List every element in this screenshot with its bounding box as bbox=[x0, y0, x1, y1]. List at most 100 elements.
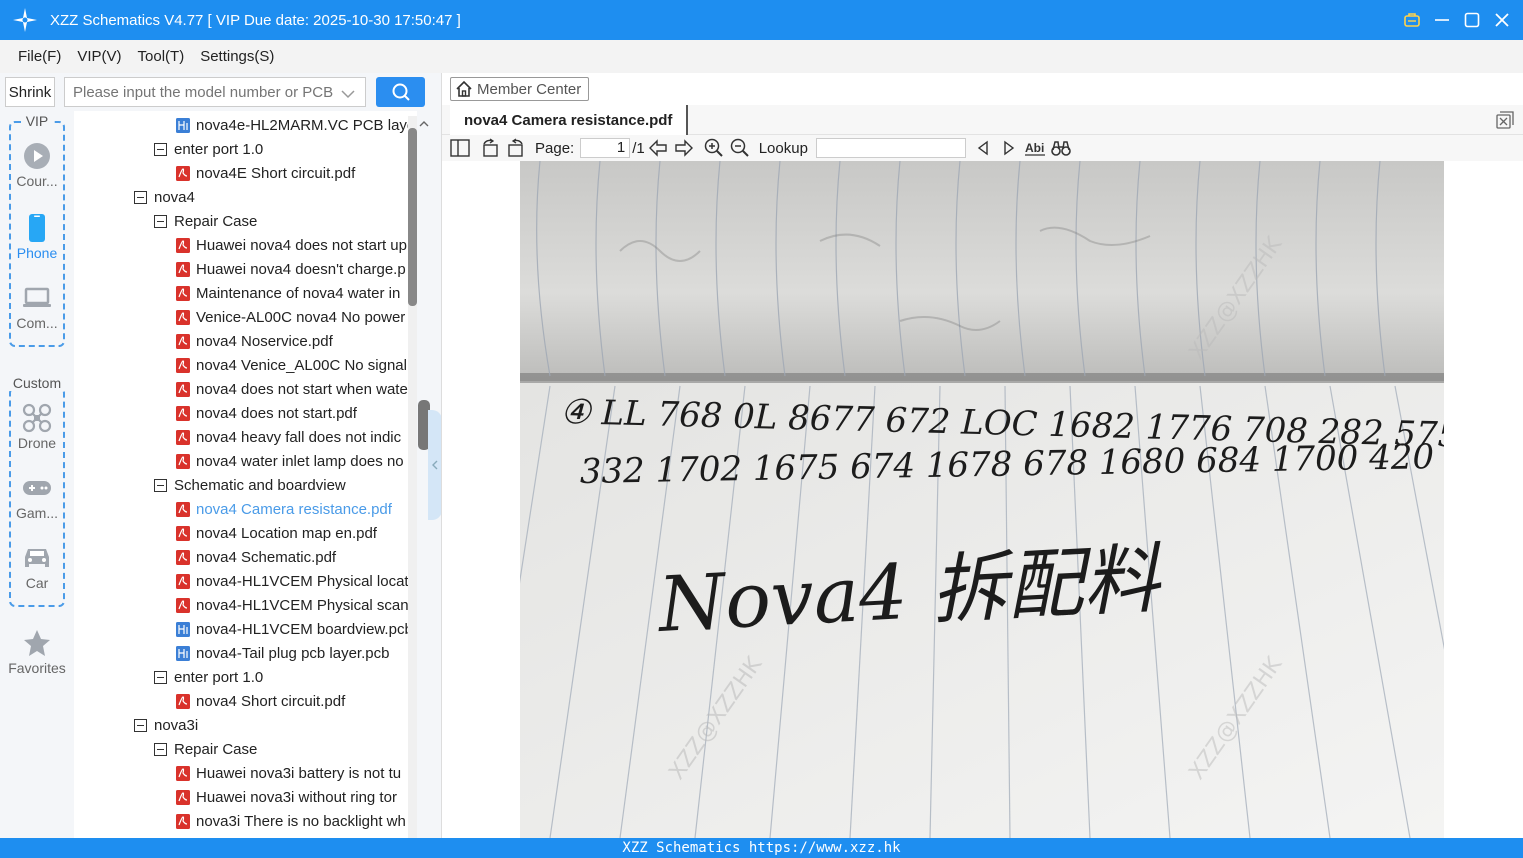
document-view[interactable]: ④ LL 768 0L 8677 672 LOC 1682 1776 708 2… bbox=[442, 161, 1523, 838]
search-input[interactable] bbox=[73, 83, 333, 101]
tree-file[interactable]: nova4 Venice_AL00C No signal bbox=[176, 353, 407, 377]
collapse-panel-button[interactable] bbox=[428, 410, 442, 520]
find-next-icon[interactable] bbox=[996, 136, 1022, 160]
tree-item-label: nova4-HL1VCEM Physical locati bbox=[196, 572, 412, 590]
find-previous-icon[interactable] bbox=[970, 136, 996, 160]
document-tab-bar: nova4 Camera resistance.pdf bbox=[442, 105, 1523, 135]
gamepad-icon bbox=[0, 471, 74, 505]
tree-file[interactable]: Maintenance of nova4 water in bbox=[176, 281, 400, 305]
category-label: Com... bbox=[16, 315, 58, 331]
collapse-icon[interactable] bbox=[154, 478, 167, 492]
search-box[interactable] bbox=[64, 77, 366, 107]
category-drone[interactable]: Drone bbox=[0, 401, 74, 451]
chevron-down-icon[interactable] bbox=[341, 86, 355, 103]
maximize-button[interactable] bbox=[1463, 11, 1481, 29]
tree-scrollbar[interactable] bbox=[408, 116, 417, 838]
tree-item-label: Repair Case bbox=[174, 740, 258, 758]
tree-file[interactable]: nova4-HL1VCEM boardview.pcb bbox=[176, 617, 413, 641]
tree-file[interactable]: nova4 Short circuit.pdf bbox=[176, 689, 345, 713]
close-button[interactable] bbox=[1493, 11, 1511, 29]
collapse-icon[interactable] bbox=[134, 718, 147, 732]
collapse-icon[interactable] bbox=[154, 142, 167, 156]
member-center-label: Member Center bbox=[477, 80, 582, 98]
zoom-in-icon[interactable] bbox=[701, 136, 727, 160]
page-number-input[interactable]: 1 bbox=[580, 138, 631, 158]
category-favorites[interactable]: Favorites bbox=[0, 626, 74, 676]
match-case-icon[interactable]: Abi bbox=[1022, 136, 1048, 160]
pcb-file-icon bbox=[176, 645, 190, 661]
pdf-file-icon bbox=[176, 789, 190, 805]
category-phone[interactable]: Phone bbox=[0, 211, 74, 261]
tree-file[interactable]: Huawei nova4 does not start up bbox=[176, 233, 407, 257]
tree-file[interactable]: nova4e-HL2MARM.VC PCB laye bbox=[176, 113, 415, 137]
document-tab[interactable]: nova4 Camera resistance.pdf bbox=[450, 105, 689, 135]
tree-folder[interactable]: nova3i bbox=[134, 713, 198, 737]
tree-file[interactable]: nova4 water inlet lamp does no bbox=[176, 449, 404, 473]
left-pane: Shrink VIP Cour... Phone Com... bbox=[0, 73, 441, 838]
tree-folder[interactable]: Repair Case bbox=[154, 209, 257, 233]
tree-file[interactable]: nova3i There is no backlight wh bbox=[176, 809, 406, 833]
tree-folder[interactable]: Schematic and boardview bbox=[154, 473, 346, 497]
tree-folder[interactable]: Repair Case bbox=[154, 737, 257, 761]
tree-file[interactable]: nova4 does not start when wate bbox=[176, 377, 408, 401]
lookup-input[interactable] bbox=[815, 138, 966, 158]
binoculars-icon[interactable] bbox=[1048, 136, 1074, 160]
tree-folder[interactable]: enter port 1.0 bbox=[154, 137, 263, 161]
car-icon bbox=[0, 541, 74, 575]
collapse-icon[interactable] bbox=[154, 670, 167, 684]
category-computer[interactable]: Com... bbox=[0, 281, 74, 331]
menu-vip[interactable]: VIP(V) bbox=[77, 48, 121, 65]
next-page-icon[interactable] bbox=[671, 136, 697, 160]
file-tree[interactable]: nova4e-HL2MARM.VC PCB laye enter port 1.0… bbox=[74, 111, 417, 838]
tree-item-label: nova4-HL1VCEM boardview.pcb bbox=[196, 620, 413, 638]
pdf-file-icon bbox=[176, 381, 190, 397]
tree-folder[interactable]: nova4 bbox=[134, 185, 195, 209]
restore-window-icon[interactable] bbox=[1496, 111, 1514, 129]
phone-icon bbox=[0, 211, 74, 245]
rotate-right-icon[interactable] bbox=[503, 136, 529, 160]
rotate-left-icon[interactable] bbox=[477, 136, 503, 160]
category-label: Drone bbox=[17, 435, 57, 451]
pdf-file-icon bbox=[176, 597, 190, 613]
tree-file[interactable]: Huawei nova3i battery is not tu bbox=[176, 761, 401, 785]
tree-file[interactable]: nova4 Noservice.pdf bbox=[176, 329, 333, 353]
tree-file[interactable]: nova4 Camera resistance.pdf bbox=[176, 497, 392, 521]
member-center-button[interactable]: Member Center bbox=[450, 77, 589, 101]
tree-file[interactable]: Huawei nova4 doesn't charge.p bbox=[176, 257, 406, 281]
menu-settings[interactable]: Settings(S) bbox=[200, 48, 274, 65]
category-car[interactable]: Car bbox=[0, 541, 74, 591]
tree-scrollbar-thumb[interactable] bbox=[408, 128, 417, 306]
tree-file[interactable]: Venice-AL00C nova4 No power bbox=[176, 305, 405, 329]
minimize-button[interactable] bbox=[1433, 11, 1451, 29]
tree-file[interactable]: Huawei nova3i without ring tor bbox=[176, 785, 397, 809]
tree-file[interactable]: nova4-HL1VCEM Physical locati bbox=[176, 569, 412, 593]
tree-file[interactable]: nova4E Short circuit.pdf bbox=[176, 161, 355, 185]
vip-icon[interactable] bbox=[1403, 11, 1421, 29]
tree-folder[interactable]: enter port 1.0 bbox=[154, 665, 263, 689]
search-button[interactable] bbox=[376, 77, 425, 107]
zoom-out-icon[interactable] bbox=[727, 136, 753, 160]
previous-page-icon[interactable] bbox=[645, 136, 671, 160]
tree-file[interactable]: nova4-HL1VCEM Physical scanr bbox=[176, 593, 414, 617]
tree-file[interactable]: nova4-Tail plug pcb layer.pcb bbox=[176, 641, 389, 665]
category-games[interactable]: Gam... bbox=[0, 471, 74, 521]
toggle-sidebar-icon[interactable] bbox=[447, 136, 473, 160]
category-courses[interactable]: Cour... bbox=[0, 139, 74, 189]
tree-item-label: nova4E Short circuit.pdf bbox=[196, 164, 356, 182]
scroll-up-icon[interactable] bbox=[418, 116, 430, 127]
collapse-icon[interactable] bbox=[154, 214, 167, 228]
menu-tool[interactable]: Tool(T) bbox=[138, 48, 185, 65]
collapse-icon[interactable] bbox=[154, 742, 167, 756]
collapse-icon[interactable] bbox=[134, 190, 147, 204]
tree-file[interactable]: nova4 does not start.pdf bbox=[176, 401, 357, 425]
tree-file[interactable]: nova4 Schematic.pdf bbox=[176, 545, 336, 569]
status-footer: XZZ Schematics https://www.xzz.hk bbox=[0, 838, 1523, 858]
tree-item-label: nova4 water inlet lamp does no bbox=[196, 452, 404, 470]
page-total: /1 bbox=[632, 139, 645, 157]
menu-file[interactable]: File(F) bbox=[18, 48, 61, 65]
tree-file[interactable]: nova4 Location map en.pdf bbox=[176, 521, 377, 545]
tree-file[interactable]: nova4 heavy fall does not indic bbox=[176, 425, 401, 449]
laptop-icon bbox=[0, 281, 74, 315]
shrink-button[interactable]: Shrink bbox=[5, 77, 55, 107]
tree-item-label: nova3i bbox=[154, 716, 199, 734]
